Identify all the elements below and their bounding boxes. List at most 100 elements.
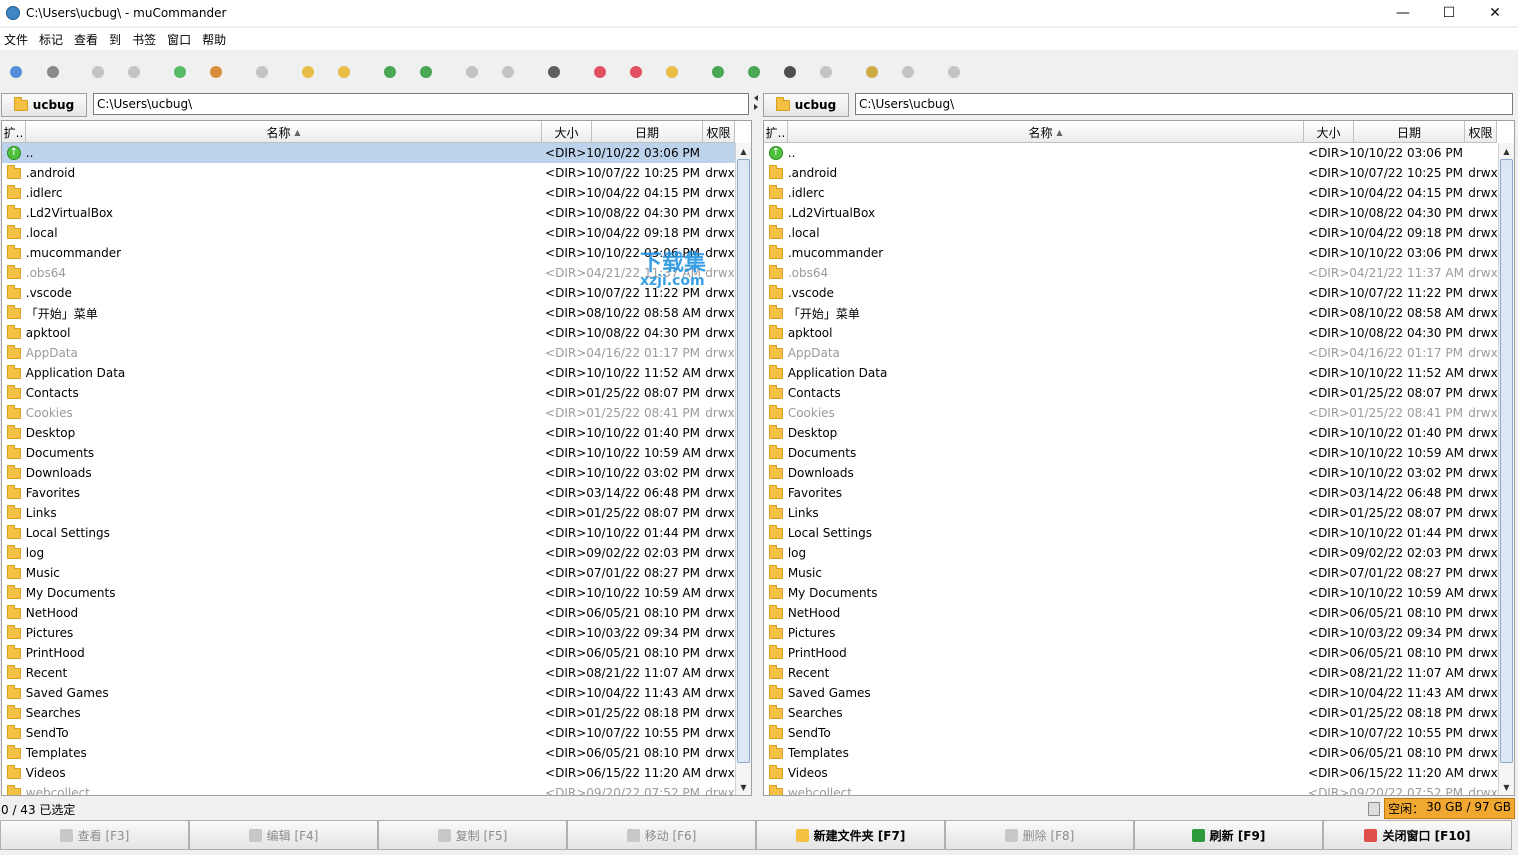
back-icon[interactable] xyxy=(88,62,108,82)
file-row[interactable]: .vscode <DIR> 10/07/22 11:22 PM drwx xyxy=(2,283,735,303)
size-column-header[interactable]: 大小 xyxy=(1304,121,1354,143)
scroll-thumb[interactable] xyxy=(737,159,750,763)
function-button-7[interactable]: 新建文件夹 [F7] xyxy=(756,820,945,850)
function-button-3[interactable]: 查看 [F3] xyxy=(0,820,189,850)
name-column-header[interactable]: 名称 ▲ xyxy=(788,121,1304,143)
perm-column-header[interactable]: 权限 xyxy=(703,121,735,143)
add-drive-icon[interactable] xyxy=(43,62,63,82)
left-vertical-scrollbar[interactable]: ▲ ▼ xyxy=(735,143,751,795)
file-row[interactable]: Saved Games <DIR> 10/04/22 11:43 AM drwx xyxy=(764,683,1498,703)
file-row[interactable]: Downloads <DIR> 10/10/22 03:02 PM drwx xyxy=(764,463,1498,483)
scroll-down-icon[interactable]: ▼ xyxy=(1499,779,1514,795)
file-row[interactable]: PrintHood <DIR> 06/05/21 08:10 PM drwx xyxy=(2,643,735,663)
file-row[interactable]: Application Data <DIR> 10/10/22 11:52 AM dr… xyxy=(764,363,1498,383)
unpack-icon[interactable] xyxy=(498,62,518,82)
left-location-button[interactable]: ucbug xyxy=(1,93,87,117)
file-row[interactable]: .android <DIR> 10/07/22 10:25 PM drwx xyxy=(764,163,1498,183)
function-button-9[interactable]: 刷新 [F9] xyxy=(1134,820,1323,850)
file-row[interactable]: .Ld2VirtualBox <DIR> 10/08/22 04:30 PM drwx xyxy=(2,203,735,223)
parent-folder-icon[interactable] xyxy=(170,62,190,82)
file-row[interactable]: .local <DIR> 10/04/22 09:18 PM drwx xyxy=(2,223,735,243)
file-row[interactable]: Desktop <DIR> 10/10/22 01:40 PM drwx xyxy=(764,423,1498,443)
edit-bookmarks-icon[interactable] xyxy=(626,62,646,82)
name-column-header[interactable]: 名称 ▲ xyxy=(26,121,542,143)
file-row[interactable]: Videos <DIR> 06/15/22 11:20 AM drwx xyxy=(2,763,735,783)
date-column-header[interactable]: 日期 xyxy=(1354,121,1465,143)
file-row[interactable]: log <DIR> 09/02/22 02:03 PM drwx xyxy=(764,543,1498,563)
file-row[interactable]: log <DIR> 09/02/22 02:03 PM drwx xyxy=(2,543,735,563)
file-row[interactable]: .obs64 <DIR> 04/21/22 11:37 AM drwx xyxy=(2,263,735,283)
preferences-icon[interactable] xyxy=(944,62,964,82)
file-row[interactable]: ↑.. <DIR> 10/10/22 03:06 PM xyxy=(2,143,735,163)
date-column-header[interactable]: 日期 xyxy=(592,121,703,143)
ext-column-header[interactable]: 扩.. xyxy=(764,121,788,143)
file-row[interactable]: Searches <DIR> 01/25/22 08:18 PM drwx xyxy=(764,703,1498,723)
connect-server-icon[interactable] xyxy=(708,62,728,82)
file-row[interactable]: Links <DIR> 01/25/22 08:07 PM drwx xyxy=(764,503,1498,523)
compare-icon[interactable] xyxy=(544,62,564,82)
file-row[interactable]: Contacts <DIR> 01/25/22 08:07 PM drwx xyxy=(2,383,735,403)
stop-icon[interactable] xyxy=(252,62,272,82)
file-row[interactable]: .idlerc <DIR> 10/04/22 04:15 PM drwx xyxy=(2,183,735,203)
file-row[interactable]: 「开始」菜单 <DIR> 08/10/22 08:58 AM drwx xyxy=(2,303,735,323)
file-row[interactable]: Recent <DIR> 08/21/22 11:07 AM drwx xyxy=(764,663,1498,683)
left-path-input[interactable] xyxy=(93,93,749,115)
email-icon[interactable] xyxy=(898,62,918,82)
home-icon[interactable] xyxy=(206,62,226,82)
add-bookmark-icon[interactable] xyxy=(590,62,610,82)
file-row[interactable]: Music <DIR> 07/01/22 08:27 PM drwx xyxy=(2,563,735,583)
new-window-icon[interactable] xyxy=(6,62,26,82)
new-folder-icon[interactable] xyxy=(298,62,318,82)
file-row[interactable]: Favorites <DIR> 03/14/22 06:48 PM drwx xyxy=(764,483,1498,503)
file-row[interactable]: Contacts <DIR> 01/25/22 08:07 PM drwx xyxy=(764,383,1498,403)
file-row[interactable]: AppData <DIR> 04/16/22 01:17 PM drwx xyxy=(2,343,735,363)
trash-icon[interactable] xyxy=(1368,801,1381,816)
menu-mark[interactable]: 标记 xyxy=(39,31,63,48)
file-row[interactable]: webcollect <DIR> 09/20/22 07:52 PM drwx xyxy=(2,783,735,795)
file-row[interactable]: PrintHood <DIR> 06/05/21 08:10 PM drwx xyxy=(764,643,1498,663)
file-row[interactable]: Cookies <DIR> 01/25/22 08:41 PM drwx xyxy=(2,403,735,423)
right-vertical-scrollbar[interactable]: ▲ ▼ xyxy=(1498,143,1514,795)
file-row[interactable]: AppData <DIR> 04/16/22 01:17 PM drwx xyxy=(764,343,1498,363)
file-row[interactable]: apktool <DIR> 10/08/22 04:30 PM drwx xyxy=(2,323,735,343)
credentials-icon[interactable] xyxy=(662,62,682,82)
file-row[interactable]: ↑.. <DIR> 10/10/22 03:06 PM xyxy=(764,143,1498,163)
file-row[interactable]: Favorites <DIR> 03/14/22 06:48 PM drwx xyxy=(2,483,735,503)
file-row[interactable]: Documents <DIR> 10/10/22 10:59 AM drwx xyxy=(2,443,735,463)
refresh-icon[interactable] xyxy=(380,62,400,82)
file-row[interactable]: My Documents <DIR> 10/10/22 10:59 AM drwx xyxy=(2,583,735,603)
panel-divider[interactable] xyxy=(752,93,760,797)
file-row[interactable]: Local Settings <DIR> 10/10/22 01:44 PM drwx xyxy=(2,523,735,543)
file-row[interactable]: 「开始」菜单 <DIR> 08/10/22 08:58 AM drwx xyxy=(764,303,1498,323)
menu-view[interactable]: 查看 xyxy=(74,31,98,48)
file-row[interactable]: apktool <DIR> 10/08/22 04:30 PM drwx xyxy=(764,323,1498,343)
file-row[interactable]: Music <DIR> 07/01/22 08:27 PM drwx xyxy=(764,563,1498,583)
file-row[interactable]: Links <DIR> 01/25/22 08:07 PM drwx xyxy=(2,503,735,523)
file-row[interactable]: .mucommander <DIR> 10/10/22 03:06 PM drwx xyxy=(2,243,735,263)
forward-icon[interactable] xyxy=(124,62,144,82)
file-row[interactable]: Desktop <DIR> 10/10/22 01:40 PM drwx xyxy=(2,423,735,443)
scroll-up-icon[interactable]: ▲ xyxy=(736,143,751,159)
console-icon[interactable] xyxy=(816,62,836,82)
file-row[interactable]: .mucommander <DIR> 10/10/22 03:06 PM drwx xyxy=(764,243,1498,263)
menu-window[interactable]: 窗口 xyxy=(167,31,191,48)
menu-bookmarks[interactable]: 书签 xyxy=(132,31,156,48)
file-row[interactable]: .Ld2VirtualBox <DIR> 10/08/22 04:30 PM drwx xyxy=(764,203,1498,223)
scroll-up-icon[interactable]: ▲ xyxy=(1499,143,1514,159)
new-file-icon[interactable] xyxy=(334,62,354,82)
file-row[interactable]: Videos <DIR> 06/15/22 11:20 AM drwx xyxy=(764,763,1498,783)
ext-column-header[interactable]: 扩.. xyxy=(2,121,26,143)
file-row[interactable]: Local Settings <DIR> 10/10/22 01:44 PM drwx xyxy=(764,523,1498,543)
file-row[interactable]: Cookies <DIR> 01/25/22 08:41 PM drwx xyxy=(764,403,1498,423)
menu-help[interactable]: 帮助 xyxy=(202,31,226,48)
right-location-button[interactable]: ucbug xyxy=(763,93,849,117)
minimize-button[interactable]: — xyxy=(1380,0,1426,26)
file-row[interactable]: Documents <DIR> 10/10/22 10:59 AM drwx xyxy=(764,443,1498,463)
free-space-indicator[interactable]: 空闲： 30 GB / 97 GB xyxy=(1368,798,1515,819)
terminal-icon[interactable] xyxy=(780,62,800,82)
file-row[interactable]: Application Data <DIR> 10/10/22 11:52 AM dr… xyxy=(2,363,735,383)
file-row[interactable]: My Documents <DIR> 10/10/22 10:59 AM drwx xyxy=(764,583,1498,603)
right-path-input[interactable] xyxy=(855,93,1513,115)
function-button-6[interactable]: 移动 [F6] xyxy=(567,820,756,850)
close-window-button[interactable]: ✕ xyxy=(1472,0,1518,26)
